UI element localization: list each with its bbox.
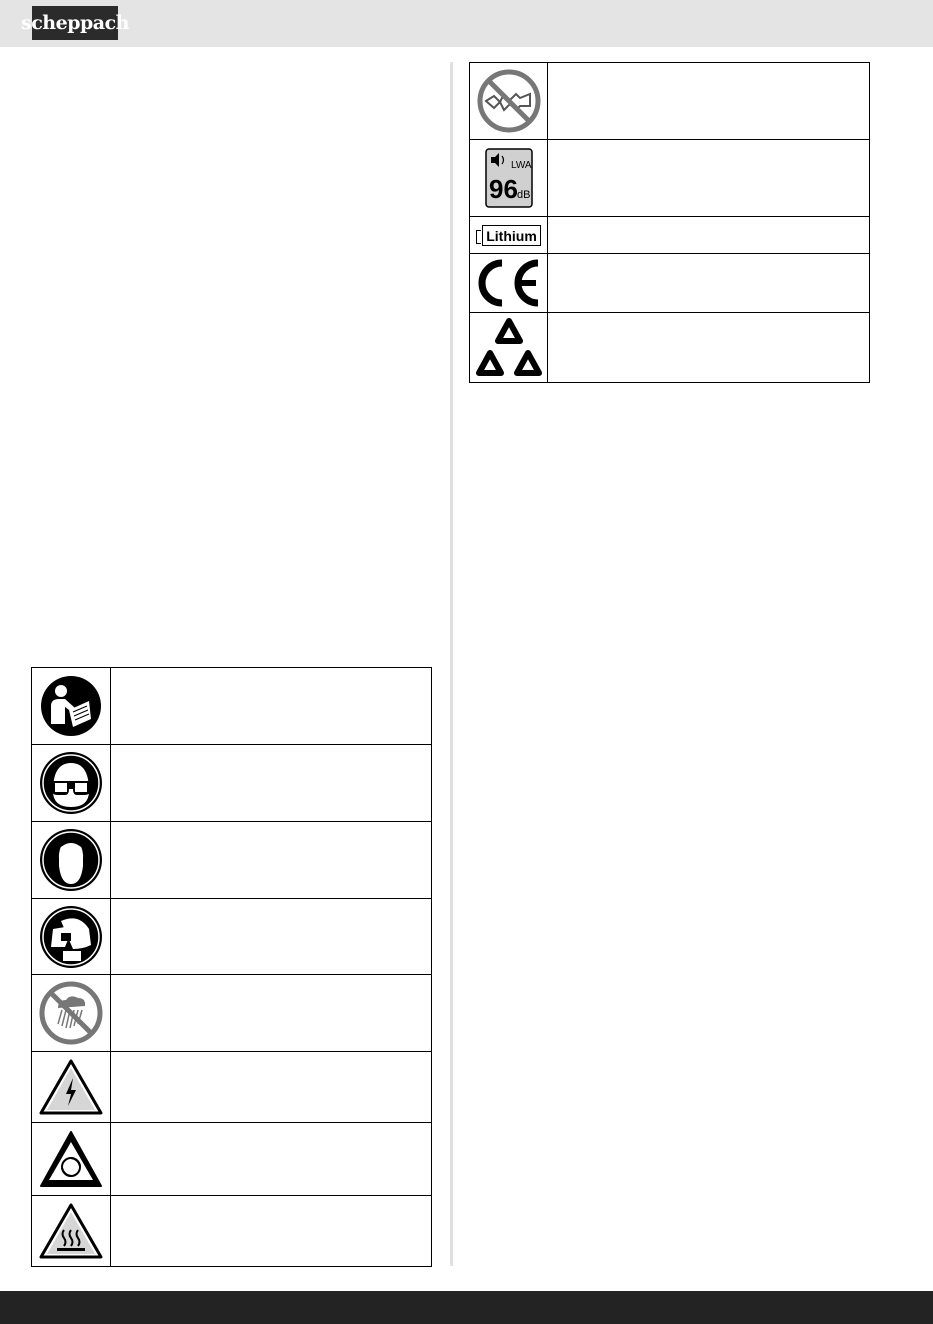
no-rain-icon [39, 981, 103, 1045]
description-cell [547, 216, 870, 254]
table-row [469, 312, 870, 383]
description-cell [110, 1122, 432, 1196]
recycling-icon [475, 317, 542, 376]
description-cell [547, 312, 870, 383]
sound-unit: dB [517, 189, 530, 201]
description-cell [110, 744, 432, 822]
symbols-table-left [31, 667, 432, 1267]
table-row [31, 667, 432, 745]
page-footer [0, 1291, 933, 1324]
hot-surface-warning-icon [39, 1203, 103, 1259]
ce-mark-icon [478, 259, 538, 307]
symbols-table-right: LWA 96 dB Lithium [469, 62, 870, 383]
safety-goggles-icon [40, 752, 102, 814]
table-row [31, 744, 432, 822]
electric-shock-warning-icon [39, 1059, 103, 1115]
description-cell [547, 139, 870, 217]
sound-power-level-icon: LWA 96 dB [484, 148, 533, 208]
table-row [31, 1195, 432, 1267]
description-cell [110, 667, 432, 745]
description-cell [110, 974, 432, 1052]
description-cell [110, 898, 432, 975]
page-header: scheppach [0, 0, 933, 47]
table-row: Lithium [469, 216, 870, 254]
table-row [469, 62, 870, 140]
read-manual-icon [41, 676, 101, 736]
sound-value: 96 [489, 174, 518, 204]
respiratory-mask-icon [40, 905, 102, 968]
lwa-label: LWA [511, 160, 532, 171]
table-row [31, 1051, 432, 1123]
column-divider [450, 62, 453, 1266]
table-row [31, 974, 432, 1052]
lithium-battery-icon: Lithium [476, 224, 541, 246]
description-cell [547, 62, 870, 140]
table-row [31, 1122, 432, 1196]
description-cell [110, 1195, 432, 1267]
description-cell [110, 821, 432, 899]
table-row [31, 898, 432, 975]
rotating-parts-warning-icon [40, 1131, 102, 1187]
table-row [469, 253, 870, 313]
description-cell [547, 253, 870, 313]
table-row [31, 821, 432, 899]
table-row: LWA 96 dB [469, 139, 870, 217]
no-chain-saw-use-icon [477, 69, 540, 133]
description-cell [110, 1051, 432, 1123]
brand-logo: scheppach [21, 6, 129, 40]
ear-protection-icon [40, 829, 102, 891]
